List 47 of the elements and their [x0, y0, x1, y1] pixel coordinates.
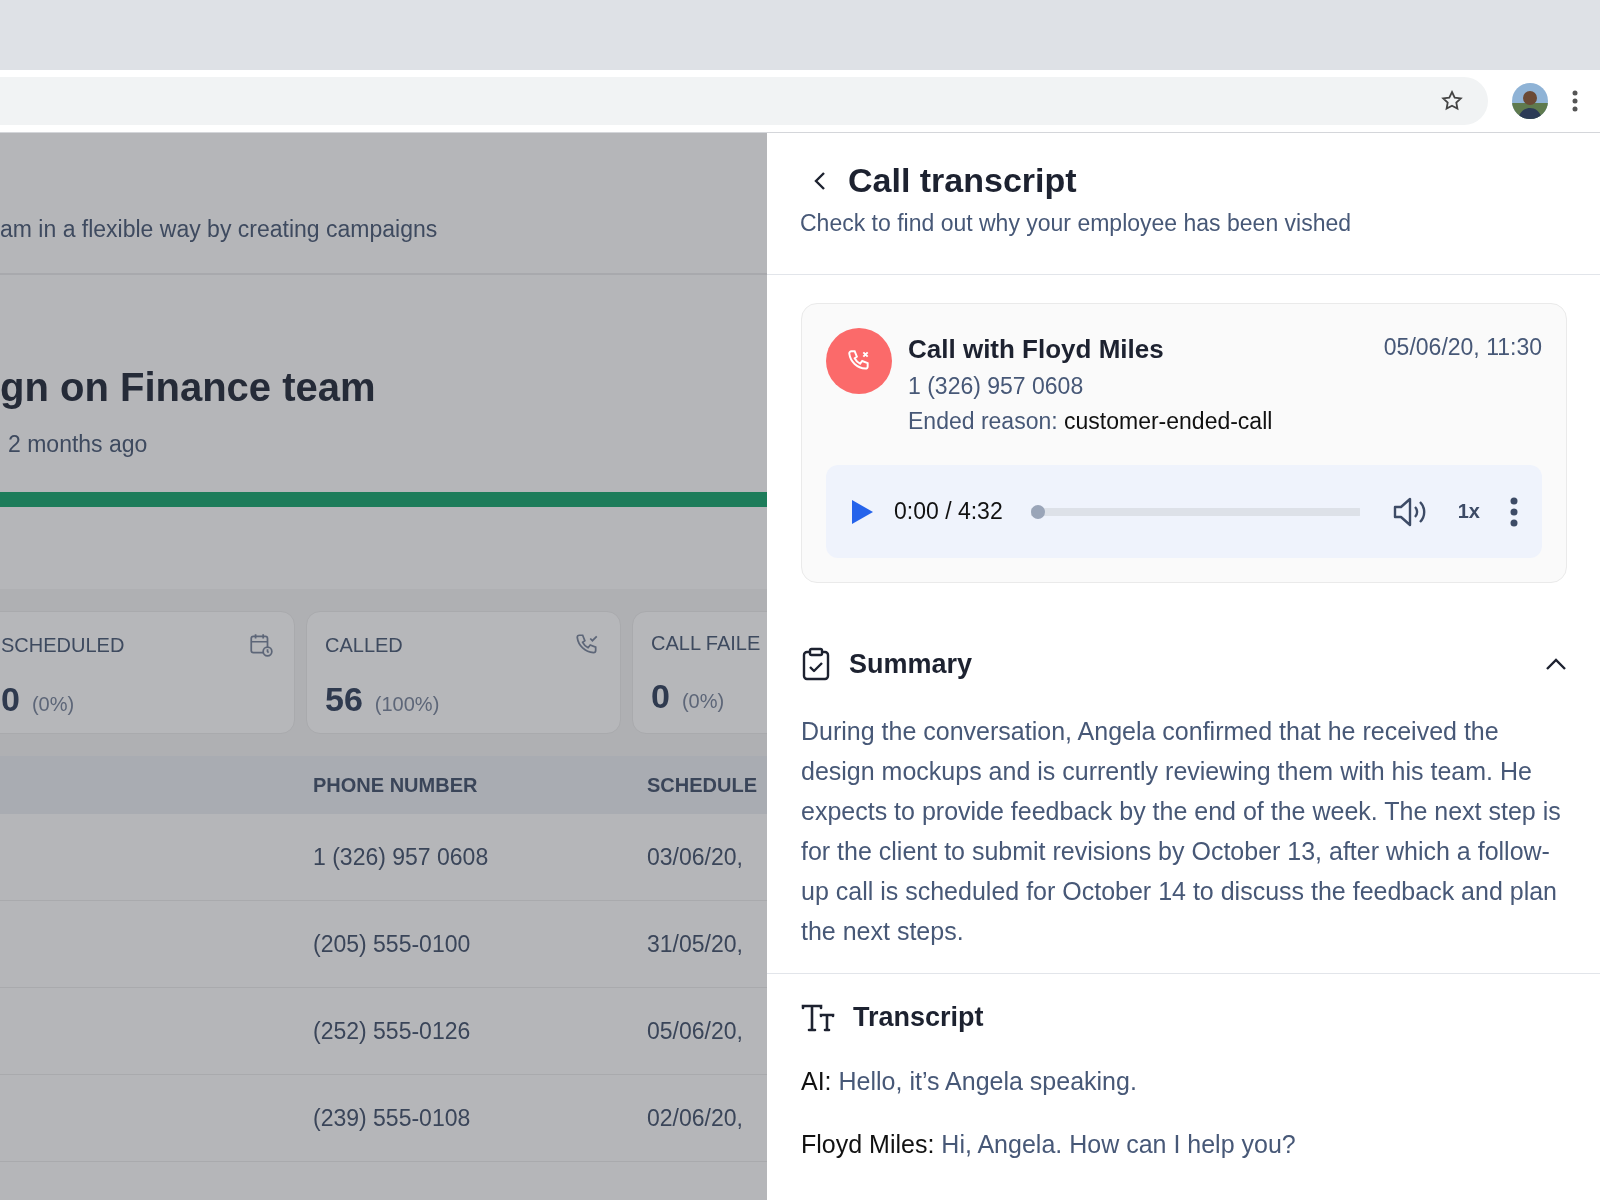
- playback-time: 0:00 / 4:32: [894, 498, 1003, 525]
- calendar-clock-icon: [248, 632, 274, 658]
- more-icon[interactable]: [1572, 90, 1578, 112]
- section-title: Summary: [849, 648, 974, 680]
- stat-label: CALLED: [325, 633, 403, 657]
- phone-number: 1 (326) 957 0608: [908, 373, 1085, 400]
- summary-text: During the conversation, Angela confirmed that he received the design mockups and is currently reviewing them with his team. He expects to provide feedback by the end of the week. The next step is for the client to submit revisions by October 13, after which a follow-up call is scheduled for October 14 to discuss the feedback and plan the next steps.: [801, 716, 1562, 947]
- chevron-up-icon[interactable]: [1545, 657, 1567, 671]
- text-size-icon: [801, 1003, 835, 1032]
- table-cell: 03/06/20,: [647, 843, 743, 870]
- stat-percent: (100%): [374, 693, 440, 716]
- ended-reason: Ended reason: customer-ended-call: [908, 408, 1274, 435]
- table-cell: (239) 555-0108: [313, 1104, 471, 1131]
- table-cell: 1 (326) 957 0608: [313, 843, 489, 870]
- avatar[interactable]: [1512, 83, 1548, 119]
- transcript-line: AI: Hello, it’s Angela speaking.: [801, 1067, 1138, 1096]
- seek-slider[interactable]: [1030, 504, 1360, 519]
- page-subtitle: am in a flexible way by creating campaigns: [0, 216, 438, 243]
- panel-title: Call transcript: [848, 161, 1077, 200]
- call-date: 05/06/20, 11:30: [1383, 334, 1542, 362]
- campaign-title: gn on Finance team: [0, 364, 377, 411]
- stat-value: 0: [1, 680, 20, 719]
- stat-label: SCHEDULED: [1, 633, 125, 657]
- seek-thumb[interactable]: [1030, 504, 1045, 519]
- volume-icon[interactable]: [1391, 495, 1428, 528]
- star-icon[interactable]: [1440, 89, 1464, 113]
- play-icon[interactable]: [850, 498, 874, 525]
- column-header: SCHEDULE: [647, 773, 757, 796]
- more-icon[interactable]: [1510, 496, 1518, 527]
- stat-value: 0: [651, 677, 670, 716]
- updated-time: 2 months ago: [8, 431, 149, 458]
- table-cell: 31/05/20,: [647, 930, 743, 957]
- table-cell: 02/06/20,: [647, 1104, 743, 1131]
- panel-subtitle: Check to find out why your employee has been vished: [800, 210, 1353, 237]
- table-cell: (205) 555-0100: [313, 930, 471, 957]
- stat-value: 56: [325, 680, 363, 719]
- table-cell: (252) 555-0126: [313, 1017, 471, 1044]
- stat-percent: (0%): [31, 693, 75, 716]
- stat-label: CALL FAILE: [651, 632, 761, 655]
- clipboard-check-icon: [801, 647, 831, 681]
- stat-percent: (0%): [681, 690, 725, 713]
- table-cell: 05/06/20,: [647, 1017, 743, 1044]
- transcript-line: Floyd Miles: Hi, Angela. How can I help you?: [801, 1130, 1297, 1159]
- speed-button[interactable]: 1x: [1447, 500, 1490, 523]
- section-title: Transcript: [853, 1002, 985, 1033]
- call-title: Call with Floyd Miles: [908, 334, 1164, 365]
- column-header: PHONE NUMBER: [313, 773, 478, 796]
